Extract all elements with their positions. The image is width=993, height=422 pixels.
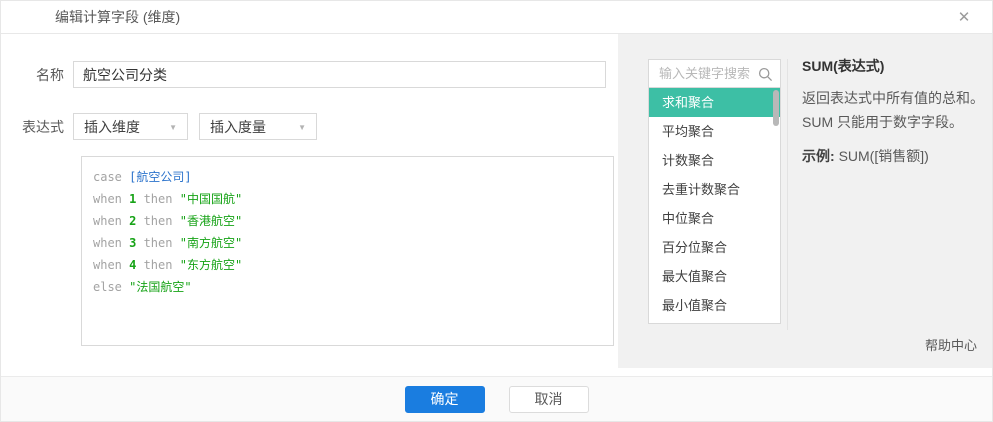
function-description-text: 返回表达式中所有值的总和。SUM 只能用于数字字段。 [802,86,993,134]
function-search-box [648,59,781,88]
insert-measure-label: 插入度量 [210,117,266,137]
chevron-down-icon: ▼ [169,123,177,132]
function-list-item[interactable]: 求和聚合 [649,88,780,117]
search-icon [758,67,773,82]
name-label: 名称 [1,65,73,85]
function-list-item[interactable]: 计数聚合 [649,146,780,175]
expression-row: 表达式 插入维度 ▼ 插入度量 ▼ [1,113,614,140]
functions-panel: 求和聚合平均聚合计数聚合去重计数聚合中位聚合百分位聚合最大值聚合最小值聚合 SU… [618,34,992,368]
example-value: SUM([销售额]) [839,148,929,164]
name-row: 名称 [1,61,614,88]
code-line: case [航空公司] [93,166,602,188]
function-list-item[interactable]: 去重计数聚合 [649,175,780,204]
insert-measure-dropdown[interactable]: 插入度量 ▼ [199,113,317,140]
chevron-down-icon: ▼ [298,123,306,132]
expression-label: 表达式 [1,117,73,137]
function-signature: SUM(表达式) [802,56,993,76]
function-list-item[interactable]: 最大值聚合 [649,262,780,291]
form-area: 名称 表达式 插入维度 ▼ 插入度量 ▼ case [航空公司]when 1 t… [1,34,618,376]
code-line: when 3 then "南方航空" [93,232,602,254]
function-list-item[interactable]: 平均聚合 [649,117,780,146]
ok-button[interactable]: 确定 [405,386,485,413]
help-center-link[interactable]: 帮助中心 [925,335,977,354]
cancel-button[interactable]: 取消 [509,386,589,413]
function-list-item[interactable]: 百分位聚合 [649,233,780,262]
code-line: when 4 then "东方航空" [93,254,602,276]
code-line: else "法国航空" [93,276,602,298]
example-label: 示例: [802,148,835,164]
code-line: when 2 then "香港航空" [93,210,602,232]
dialog-titlebar: 编辑计算字段 (维度) ✕ [1,1,992,34]
panel-divider [787,59,788,330]
function-list-item[interactable]: 最小值聚合 [649,291,780,320]
functions-column: 求和聚合平均聚合计数聚合去重计数聚合中位聚合百分位聚合最大值聚合最小值聚合 [648,59,781,324]
function-list-item[interactable]: 中位聚合 [649,204,780,233]
expression-code-editor[interactable]: case [航空公司]when 1 then "中国国航"when 2 then… [81,156,614,346]
code-line: when 1 then "中国国航" [93,188,602,210]
dialog-title: 编辑计算字段 (维度) [55,7,180,27]
scrollbar-thumb[interactable] [773,90,779,126]
dialog-footer: 确定 取消 [1,376,992,421]
name-input[interactable] [73,61,606,88]
insert-dimension-dropdown[interactable]: 插入维度 ▼ [73,113,188,140]
function-example: 示例: SUM([销售额]) [802,144,993,168]
function-description: SUM(表达式) 返回表达式中所有值的总和。SUM 只能用于数字字段。 示例: … [802,56,993,168]
edit-calculated-field-dialog: 编辑计算字段 (维度) ✕ 名称 表达式 插入维度 ▼ 插入度量 ▼ case … [0,0,993,422]
function-list: 求和聚合平均聚合计数聚合去重计数聚合中位聚合百分位聚合最大值聚合最小值聚合 [648,88,781,324]
close-icon[interactable]: ✕ [954,8,974,28]
insert-dimension-label: 插入维度 [84,117,140,137]
